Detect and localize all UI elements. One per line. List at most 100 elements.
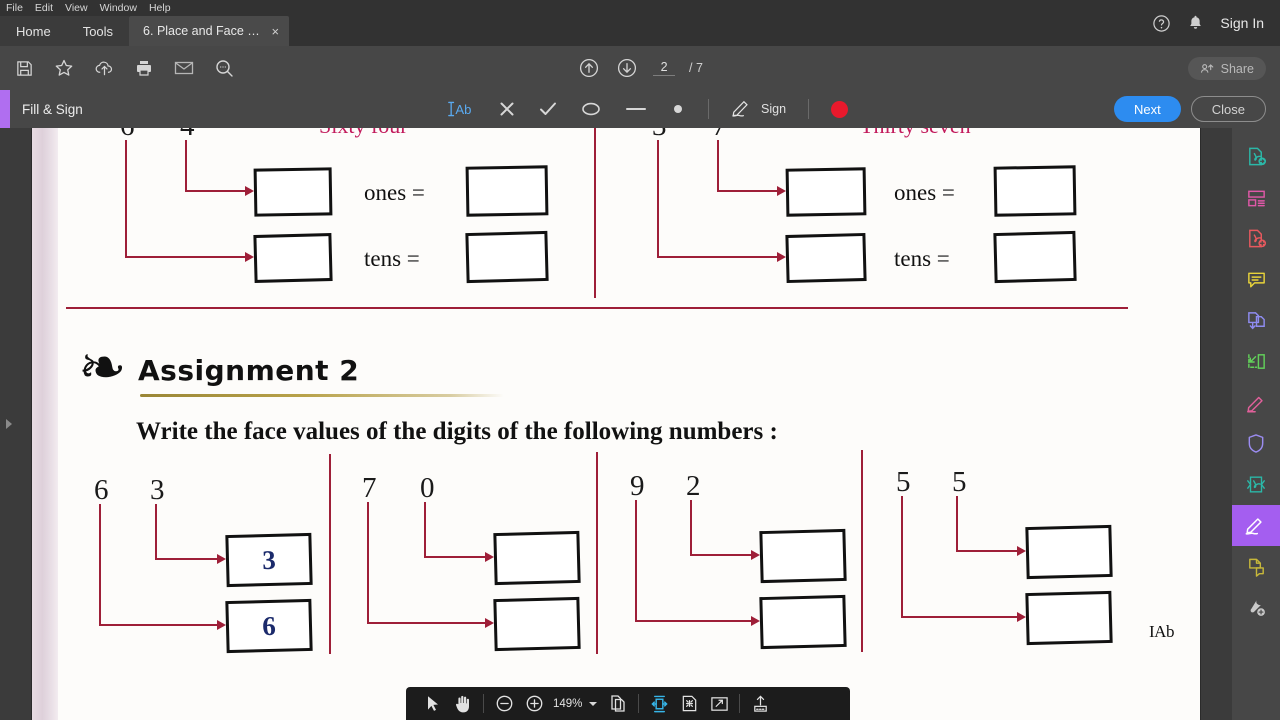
cloud-upload-icon[interactable]	[92, 56, 116, 80]
share-button[interactable]: Share	[1187, 57, 1266, 80]
top-g2-arrowhead-ones	[777, 186, 786, 196]
top-g2-box-tens[interactable]	[785, 232, 867, 284]
top-g2-digit-2: 7	[712, 128, 727, 143]
menu-item-window[interactable]: Window	[100, 0, 137, 16]
create-pdf-icon[interactable]	[1232, 218, 1280, 259]
top-g2-line-tens-v	[657, 140, 659, 258]
print-icon[interactable]	[132, 56, 156, 80]
fit-page-icon[interactable]	[674, 689, 704, 719]
zoom-in-icon[interactable]	[519, 689, 549, 719]
menu-item-view[interactable]: View	[65, 0, 88, 16]
comment-icon[interactable]	[1232, 259, 1280, 300]
current-page-input[interactable]: 2	[653, 60, 676, 76]
fill-sign-accent-bar	[0, 90, 10, 128]
next-button[interactable]: Next	[1114, 96, 1181, 122]
top-section-divider	[594, 128, 596, 298]
asg-g3-digit-1: 9	[630, 470, 645, 502]
left-panel-toggle[interactable]	[0, 128, 18, 720]
check-mark-tool[interactable]	[538, 97, 558, 121]
asg-g1-digit-1: 6	[94, 474, 109, 506]
toolbar-divider	[708, 99, 709, 119]
top-g2-digit-1: 3	[652, 128, 667, 143]
top-g1-result-ones[interactable]	[465, 165, 549, 217]
asg-g3-box-tens[interactable]	[759, 594, 847, 650]
asg-g3-arrowhead-ones	[751, 550, 760, 560]
line-tool[interactable]	[624, 97, 648, 121]
fill-sign-actions: Next Close	[1114, 90, 1266, 128]
fill-and-sign-icon[interactable]	[1232, 505, 1280, 546]
signature-pen-icon	[731, 98, 755, 121]
color-swatch[interactable]	[831, 100, 849, 118]
sign-button[interactable]: Sign	[731, 98, 786, 121]
asg-g4-line-tens-h	[901, 616, 1019, 618]
fit-width-icon[interactable]	[644, 689, 674, 719]
top-g1-box-tens[interactable]	[253, 232, 333, 284]
fill-sign-tool-group: Ab Sign	[446, 90, 849, 128]
export-pdf-icon[interactable]	[1232, 136, 1280, 177]
zoom-level-value[interactable]: 149%	[549, 698, 586, 710]
document-tab[interactable]: 6. Place and Face V... ×	[129, 16, 290, 46]
asg-g2-box-tens[interactable]	[493, 596, 581, 652]
more-tools-icon[interactable]	[1232, 587, 1280, 628]
page-scroll-area[interactable]: 6 4 Sixty four ones = tens = 3	[18, 128, 1218, 720]
arrow-up-circle-icon[interactable]	[577, 56, 601, 80]
asg-g3-box-ones[interactable]	[759, 528, 847, 584]
chevron-down-icon[interactable]	[589, 701, 598, 706]
top-g2-result-ones[interactable]	[993, 165, 1077, 217]
save-icon[interactable]	[12, 56, 36, 80]
organize-pages-icon[interactable]	[1232, 177, 1280, 218]
assignment-question: Write the face values of the digits of t…	[136, 418, 778, 445]
asg-g2-box-ones[interactable]	[493, 530, 581, 586]
asg-g1-box-ones[interactable]: 3	[225, 532, 313, 588]
protect-icon[interactable]	[1232, 423, 1280, 464]
page-view-icon[interactable]	[603, 689, 633, 719]
arrow-down-circle-icon[interactable]	[615, 56, 639, 80]
tab-home[interactable]: Home	[0, 16, 67, 46]
pdf-page[interactable]: 6 4 Sixty four ones = tens = 3	[32, 128, 1200, 720]
combine-files-icon[interactable]	[1232, 300, 1280, 341]
tab-tools[interactable]: Tools	[66, 16, 130, 46]
asg-g1-box-tens[interactable]: 6	[225, 598, 313, 654]
star-icon[interactable]	[52, 56, 76, 80]
top-g2-box-ones[interactable]	[785, 167, 867, 217]
asg-g1-line-ones-v	[155, 504, 157, 560]
menu-item-edit[interactable]: Edit	[35, 0, 53, 16]
asg-g4-box-ones[interactable]	[1025, 524, 1113, 580]
section-separator	[66, 307, 1128, 309]
add-text-tool[interactable]: Ab	[446, 97, 476, 121]
menu-item-file[interactable]: File	[6, 0, 23, 16]
share-upload-icon[interactable]	[745, 689, 775, 719]
help-circle-icon[interactable]	[1152, 14, 1171, 33]
circle-tool[interactable]	[580, 97, 602, 121]
asg-g4-box-tens[interactable]	[1025, 590, 1113, 646]
fullscreen-icon[interactable]	[704, 689, 734, 719]
toolbar-divider-2	[808, 99, 810, 119]
bottom-toolbar: 149%	[406, 687, 850, 720]
top-g2-result-tens[interactable]	[993, 230, 1077, 284]
close-icon[interactable]: ×	[271, 25, 279, 38]
asg-g4-line-ones-h	[956, 550, 1019, 552]
top-g1-result-tens[interactable]	[465, 230, 549, 284]
email-icon[interactable]	[172, 56, 196, 80]
hand-icon[interactable]	[448, 689, 478, 719]
menu-item-help[interactable]: Help	[149, 0, 171, 16]
edit-pdf-icon[interactable]	[1232, 382, 1280, 423]
assignment-underline	[140, 394, 504, 397]
top-g1-word: Sixty four	[319, 128, 408, 139]
sign-in-button[interactable]: Sign In	[1220, 15, 1264, 31]
crop-pages-icon[interactable]	[1232, 341, 1280, 382]
cursor-arrow-icon[interactable]	[418, 689, 448, 719]
search-icon[interactable]	[212, 56, 236, 80]
cross-mark-tool[interactable]	[498, 97, 516, 121]
zoom-out-icon[interactable]	[489, 689, 519, 719]
stamp-icon[interactable]	[1232, 546, 1280, 587]
close-button[interactable]: Close	[1190, 96, 1266, 122]
top-g2-line-ones-h	[717, 190, 779, 192]
fill-and-sign-toolbar: Fill & Sign Ab Sign Next Close	[0, 90, 1280, 128]
bell-icon[interactable]	[1187, 14, 1204, 32]
dot-tool[interactable]	[670, 97, 686, 121]
top-g1-label-tens: tens =	[364, 246, 420, 271]
top-g1-box-ones[interactable]	[253, 167, 333, 217]
asg-g2-line-tens-h	[367, 622, 487, 624]
compress-pdf-icon[interactable]	[1232, 464, 1280, 505]
